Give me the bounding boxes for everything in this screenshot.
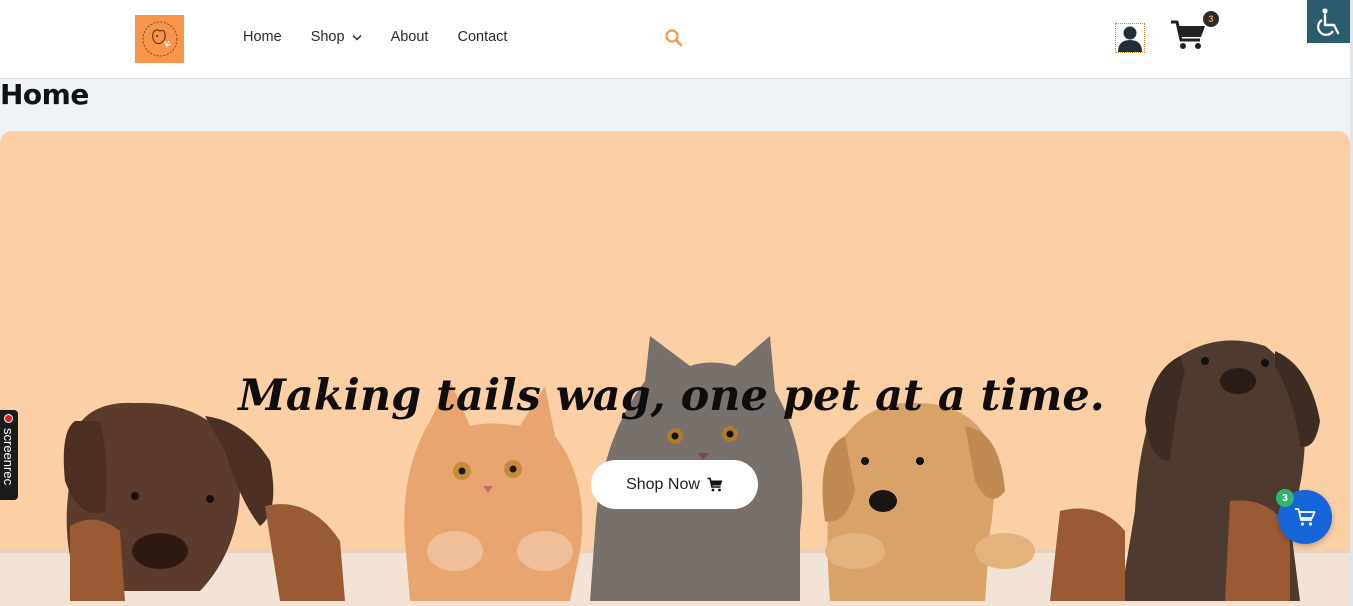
screenrec-label: screenrec bbox=[1, 428, 16, 486]
brown-dog-left-image bbox=[63, 402, 345, 601]
nav-about[interactable]: About bbox=[391, 29, 429, 45]
nav-shop-label: Shop bbox=[310, 29, 345, 45]
cart-icon bbox=[1171, 20, 1205, 49]
nav-contact-label: Contact bbox=[457, 29, 508, 45]
site-header: Home Shop About Contact 3 bbox=[0, 0, 1350, 79]
site-logo[interactable] bbox=[135, 15, 184, 63]
cart-count-badge: 3 bbox=[1203, 11, 1219, 27]
cart-icon bbox=[1295, 508, 1316, 526]
hero-tagline: Making tails wag, one pet at a time. bbox=[238, 371, 1105, 421]
search-button[interactable] bbox=[664, 28, 684, 48]
cart-icon bbox=[707, 477, 723, 492]
nav-home-label: Home bbox=[243, 29, 282, 45]
main-nav: Home Shop About Contact bbox=[243, 29, 536, 45]
hero-banner: Making tails wag, one pet at a time. Sho… bbox=[0, 131, 1350, 606]
shop-now-button[interactable]: Shop Now bbox=[591, 460, 758, 509]
paw-dog-logo-icon bbox=[142, 21, 177, 57]
pets-illustration bbox=[0, 336, 1350, 606]
shop-now-label: Shop Now bbox=[626, 475, 700, 493]
record-dot-icon bbox=[4, 414, 13, 423]
user-icon bbox=[1118, 26, 1142, 52]
account-button[interactable] bbox=[1115, 23, 1145, 53]
screenrec-tab[interactable]: screenrec bbox=[0, 410, 18, 500]
search-icon bbox=[665, 29, 683, 47]
page-title: Home bbox=[0, 78, 89, 111]
nav-contact[interactable]: Contact bbox=[457, 29, 507, 45]
nav-shop[interactable]: Shop bbox=[311, 29, 362, 45]
nav-about-label: About bbox=[390, 29, 429, 45]
floating-cart-count-badge: 3 bbox=[1276, 489, 1294, 507]
nav-home[interactable]: Home bbox=[243, 29, 282, 45]
chevron-down-icon bbox=[352, 29, 362, 45]
wheelchair-icon bbox=[1316, 7, 1339, 36]
accessibility-button[interactable] bbox=[1307, 0, 1350, 43]
